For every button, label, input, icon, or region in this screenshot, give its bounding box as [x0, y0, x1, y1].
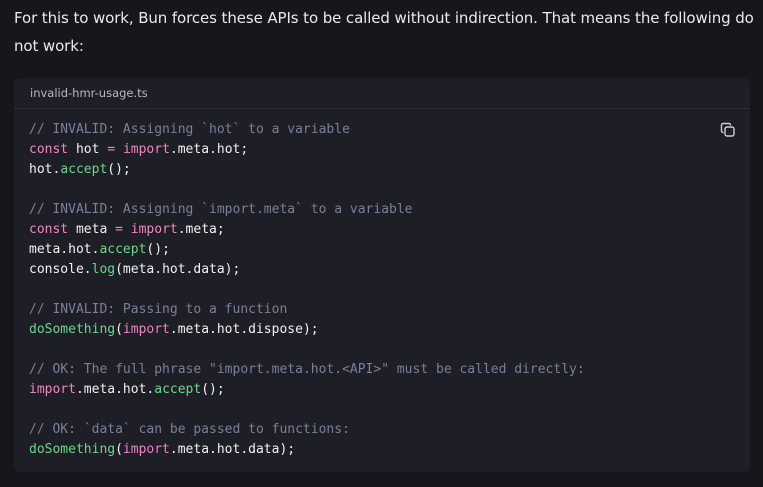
code-line: const meta = import.meta;	[29, 220, 585, 240]
intro-paragraph: For this to work, Bun forces these APIs …	[14, 9, 754, 55]
code-token-plain: console.	[29, 262, 92, 277]
code-line: // INVALID: Passing to a function	[29, 300, 585, 320]
code-token-keyword: const	[29, 142, 69, 157]
code-line: // INVALID: Assigning `hot` to a variabl…	[29, 120, 585, 140]
code-token-plain: ();	[201, 382, 225, 397]
code-block: invalid-hmr-usage.ts // INVALID: Assigni…	[14, 78, 750, 472]
code-token-keyword: import	[122, 322, 170, 337]
code-token-plain: meta.hot.	[29, 242, 100, 257]
code-token-plain: (meta.hot.data);	[115, 262, 241, 277]
code-line: // OK: The full phrase "import.meta.hot.…	[29, 360, 585, 380]
code-token-keyword: import	[29, 382, 76, 397]
code-token-function: doSomething	[29, 322, 116, 337]
code-token-keyword: import	[122, 142, 170, 157]
code-token-plain: hot.	[29, 162, 61, 177]
copy-button[interactable]	[718, 120, 738, 140]
code-line: // OK: `data` can be passed to functions…	[29, 420, 585, 440]
code-filename: invalid-hmr-usage.ts	[30, 86, 148, 100]
code-token-plain: meta	[68, 222, 116, 237]
code-token-comment: // INVALID: Passing to a function	[29, 302, 288, 317]
code-token-plain: (	[115, 442, 123, 457]
code-line: console.log(meta.hot.data);	[29, 260, 585, 280]
code-token-function: accept	[99, 242, 147, 257]
copy-icon	[720, 122, 735, 137]
code-line: const hot = import.meta.hot;	[29, 140, 585, 160]
code-token-function: doSomething	[29, 442, 116, 457]
code-token-plain: .meta.hot.data);	[169, 442, 296, 457]
code-token-keyword: import	[130, 222, 178, 237]
code-content: // INVALID: Assigning `hot` to a variabl…	[29, 120, 585, 460]
code-token-plain: ();	[146, 242, 170, 257]
code-token-plain: (	[115, 322, 123, 337]
code-token-plain: .meta.hot.	[75, 382, 155, 397]
code-token-comment: // INVALID: Assigning `import.meta` to a…	[29, 202, 413, 217]
code-token-function: accept	[60, 162, 108, 177]
code-token-keyword: const	[29, 222, 69, 237]
code-token-comment: // OK: `data` can be passed to functions…	[29, 422, 350, 437]
code-token-keyword: =	[115, 222, 123, 237]
code-token-function: log	[91, 262, 116, 277]
code-token-comment: // INVALID: Assigning `hot` to a variabl…	[29, 122, 350, 137]
code-token-function: accept	[154, 382, 202, 397]
code-token-plain: .meta.hot.dispose);	[169, 322, 319, 337]
code-line: doSomething(import.meta.hot.data);	[29, 440, 585, 460]
code-token-plain: .meta;	[177, 222, 225, 237]
code-token-plain: hot	[68, 142, 108, 157]
code-line: // INVALID: Assigning `import.meta` to a…	[29, 200, 585, 220]
code-line: hot.accept();	[29, 160, 585, 180]
code-line: import.meta.hot.accept();	[29, 380, 585, 400]
code-token-plain: ();	[107, 162, 131, 177]
code-token-keyword: import	[122, 442, 170, 457]
code-token-plain: .meta.hot;	[169, 142, 249, 157]
code-block-header: invalid-hmr-usage.ts	[14, 78, 750, 109]
code-token-comment: // OK: The full phrase "import.meta.hot.…	[29, 362, 585, 377]
code-line: doSomething(import.meta.hot.dispose);	[29, 320, 585, 340]
code-line: meta.hot.accept();	[29, 240, 585, 260]
code-token-keyword: =	[107, 142, 116, 157]
